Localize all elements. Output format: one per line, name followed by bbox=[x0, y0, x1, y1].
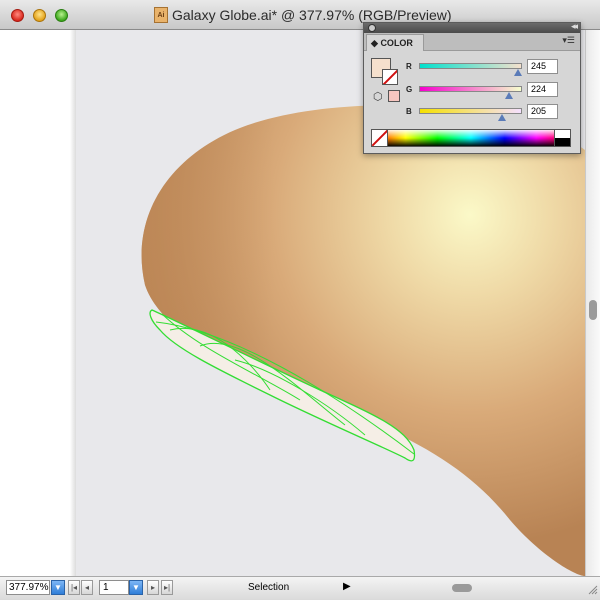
red-slider-thumb[interactable] bbox=[513, 69, 522, 76]
black-white-swatch[interactable] bbox=[554, 130, 570, 146]
stroke-none-swatch[interactable] bbox=[382, 69, 398, 85]
minimize-window-button[interactable] bbox=[33, 9, 46, 22]
tab-color-label: COLOR bbox=[380, 38, 413, 48]
red-slider[interactable] bbox=[419, 63, 522, 69]
document-icon: Ai bbox=[154, 7, 168, 23]
green-channel-label: G bbox=[406, 85, 413, 94]
tab-marker-icon: ◆ bbox=[371, 38, 378, 48]
vertical-scroll-thumb[interactable] bbox=[589, 300, 597, 320]
first-artboard-button[interactable]: |◂ bbox=[68, 580, 80, 595]
blue-slider[interactable] bbox=[419, 108, 522, 114]
previous-artboard-button[interactable]: ◂ bbox=[81, 580, 93, 595]
resize-grip-icon[interactable] bbox=[586, 583, 598, 595]
panel-menu-icon[interactable]: ▾☰ bbox=[562, 35, 575, 46]
blue-value-field[interactable]: 205 bbox=[527, 104, 558, 119]
next-artboard-button[interactable]: ▸ bbox=[147, 580, 159, 595]
window-title: Galaxy Globe.ai* @ 377.97% (RGB/Preview) bbox=[172, 7, 452, 23]
status-bar: 377.97% ▼ |◂ ◂ 1 ▼ ▸ ▸| Selection ▶ bbox=[0, 576, 600, 600]
status-tool-label[interactable]: Selection bbox=[248, 582, 289, 593]
panel-tab-row: ◆ COLOR ▾☰ bbox=[364, 33, 580, 51]
red-channel-label: R bbox=[406, 62, 412, 71]
green-slider-thumb[interactable] bbox=[505, 92, 514, 99]
zoom-level-field[interactable]: 377.97% bbox=[6, 580, 50, 595]
panel-collapse-icon[interactable]: ◂◂ bbox=[571, 21, 578, 32]
color-panel[interactable]: ◂◂ ◆ COLOR ▾☰ ⬡ R 245 G 224 B 205 bbox=[363, 21, 581, 154]
last-artboard-button[interactable]: ▸| bbox=[161, 580, 173, 595]
close-window-button[interactable] bbox=[11, 9, 24, 22]
red-value-field[interactable]: 245 bbox=[527, 59, 558, 74]
zoom-dropdown-button[interactable]: ▼ bbox=[51, 580, 65, 595]
status-menu-arrow-icon[interactable]: ▶ bbox=[343, 581, 351, 592]
none-color-swatch[interactable] bbox=[372, 130, 388, 146]
artboard-dropdown-button[interactable]: ▼ bbox=[129, 580, 143, 595]
vertical-scrollbar[interactable] bbox=[585, 30, 600, 576]
color-spectrum-ramp[interactable] bbox=[371, 129, 571, 147]
out-of-web-gamut-cube-icon[interactable]: ⬡ bbox=[373, 90, 383, 103]
blue-slider-thumb[interactable] bbox=[497, 114, 506, 121]
web-safe-color-swatch[interactable] bbox=[388, 90, 400, 102]
horizontal-scrollbar[interactable] bbox=[360, 579, 585, 597]
green-value-field[interactable]: 224 bbox=[527, 82, 558, 97]
artboard-number-field[interactable]: 1 bbox=[99, 580, 129, 595]
tab-color[interactable]: ◆ COLOR bbox=[366, 34, 424, 51]
horizontal-scroll-thumb[interactable] bbox=[452, 584, 472, 592]
blue-channel-label: B bbox=[406, 107, 412, 116]
panel-close-button[interactable] bbox=[368, 24, 376, 32]
zoom-window-button[interactable] bbox=[55, 9, 68, 22]
panel-header[interactable]: ◂◂ bbox=[364, 21, 580, 33]
